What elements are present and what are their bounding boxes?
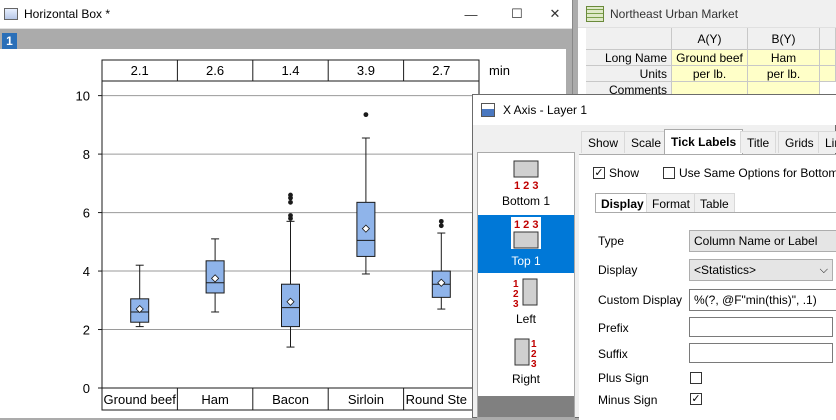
tab-grids[interactable]: Grids xyxy=(778,131,821,153)
type-dropdown[interactable]: Column Name or Label xyxy=(689,230,836,252)
outlier-point xyxy=(288,192,293,198)
right-axis-icon: 1 2 3 xyxy=(514,338,537,370)
tab-line[interactable]: Line xyxy=(818,131,836,153)
maximize-icon[interactable]: ☐ xyxy=(500,0,534,28)
tab-tick-labels[interactable]: Tick Labels xyxy=(664,129,744,154)
outlier-point xyxy=(438,218,444,224)
svg-text:3: 3 xyxy=(531,359,537,369)
cell-c-units[interactable] xyxy=(820,66,836,82)
top-tick-label: 2.6 xyxy=(206,63,224,78)
axis-item-left[interactable]: 1 2 3 Left xyxy=(478,277,574,335)
show-checkbox[interactable]: ✓ xyxy=(593,167,605,179)
worksheet-title: Northeast Urban Market xyxy=(610,6,739,21)
row-header-units[interactable]: Units xyxy=(586,66,672,82)
y-tick-label: 2 xyxy=(83,323,90,338)
axis-item-left-label: Left xyxy=(515,312,536,326)
suffix-label: Suffix xyxy=(598,347,628,361)
top-tick-label: 2.1 xyxy=(131,63,149,78)
x-tick-label: Round Ste xyxy=(406,392,467,407)
y-tick-label: 8 xyxy=(83,147,90,162)
cell-b-long-name[interactable]: Ham xyxy=(748,50,820,66)
axis-item-right[interactable]: 1 2 3 Right xyxy=(478,337,574,395)
svg-text:1 2 3: 1 2 3 xyxy=(514,180,538,191)
column-header-b[interactable]: B(Y) xyxy=(748,28,820,50)
minus-sign-checkbox[interactable]: ✓ xyxy=(690,393,702,405)
display-dropdown[interactable]: <Statistics> ⌵ xyxy=(689,259,833,281)
prefix-label: Prefix xyxy=(598,321,629,335)
svg-text:3: 3 xyxy=(513,299,519,309)
worksheet-title-bar[interactable]: Northeast Urban Market xyxy=(578,0,836,28)
outlier-point xyxy=(288,199,293,205)
column-header-c[interactable] xyxy=(820,28,836,50)
custom-display-input[interactable]: %(?, @F"min(this)", .1) xyxy=(689,289,836,311)
axis-list-footer xyxy=(478,396,574,417)
subtab-divider xyxy=(595,212,836,213)
dialog-title: X Axis - Layer 1 xyxy=(503,103,588,117)
minimize-icon[interactable]: — xyxy=(454,0,488,28)
display-label: Display xyxy=(598,263,638,277)
y-tick-label: 10 xyxy=(76,89,90,104)
close-icon[interactable]: ✕ xyxy=(538,0,572,28)
tab-panel: ✓ Show Use Same Options for Bottom Displ… xyxy=(579,154,836,420)
axis-item-bottom[interactable]: 1 2 3 Bottom 1 xyxy=(478,157,574,215)
dialog-app-icon xyxy=(481,103,495,117)
cell-c-long-name[interactable] xyxy=(820,50,836,66)
top-tick-label: 3.9 xyxy=(357,63,375,78)
tab-scale[interactable]: Scale xyxy=(624,131,669,153)
minus-sign-label: Minus Sign xyxy=(598,393,658,407)
axis-item-right-label: Right xyxy=(511,372,540,386)
left-axis-icon: 1 2 3 xyxy=(513,278,538,310)
display-value: <Statistics> xyxy=(694,263,757,277)
axis-item-bottom-label: Bottom 1 xyxy=(501,194,551,208)
plus-sign-checkbox[interactable] xyxy=(690,372,702,384)
column-header-a[interactable]: A(Y) xyxy=(672,28,748,50)
bottom-axis-icon: 1 2 3 xyxy=(513,160,539,192)
same-options-checkbox[interactable] xyxy=(663,167,675,179)
layer-badge[interactable]: 1 xyxy=(2,33,17,49)
outlier-point xyxy=(438,223,444,229)
top-tick-label: 1.4 xyxy=(281,63,299,78)
show-label: Show xyxy=(609,166,640,180)
top-axis-icon: 1 2 3 xyxy=(510,217,542,249)
subtab-format[interactable]: Format xyxy=(646,193,697,213)
subtab-table[interactable]: Table xyxy=(694,193,735,213)
prefix-input[interactable] xyxy=(689,317,833,337)
x-tick-label: Sirloin xyxy=(348,392,384,407)
outlier-point xyxy=(363,112,369,118)
plus-sign-label: Plus Sign xyxy=(598,371,649,385)
same-options-label: Use Same Options for Bottom xyxy=(679,166,836,180)
suffix-input[interactable] xyxy=(689,343,833,363)
tab-show[interactable]: Show xyxy=(581,131,626,153)
axis-item-top[interactable]: 1 2 3 Top 1 xyxy=(478,215,574,273)
y-tick-label: 4 xyxy=(83,264,90,279)
cell-a-long-name[interactable]: Ground beef xyxy=(672,50,748,66)
graph-window-icon xyxy=(4,8,18,20)
axis-item-top-label: Top 1 xyxy=(511,254,541,268)
worksheet-corner[interactable] xyxy=(586,28,672,50)
subtab-display[interactable]: Display xyxy=(595,193,650,213)
y-tick-label: 0 xyxy=(83,381,90,396)
x-tick-label: Bacon xyxy=(272,392,309,407)
x-tick-label: Ground beef xyxy=(104,392,177,407)
dialog-title-bar[interactable]: X Axis - Layer 1 xyxy=(473,95,836,125)
chevron-down-icon: ⌵ xyxy=(819,264,828,276)
type-label: Type xyxy=(598,234,625,248)
axis-list[interactable]: 1 2 3 Bottom 1 1 2 3 Top 1 1 2 3 Left 1 … xyxy=(477,152,575,418)
graph-title: Horizontal Box * xyxy=(24,7,111,21)
svg-text:1 2 3: 1 2 3 xyxy=(514,219,538,231)
graph-title-bar[interactable]: Horizontal Box * — ☐ ✕ xyxy=(0,0,572,29)
tab-title[interactable]: Title xyxy=(740,131,777,153)
x-tick-label: Ham xyxy=(201,392,228,407)
cell-b-units[interactable]: per lb. xyxy=(748,66,820,82)
row-header-long-name[interactable]: Long Name xyxy=(586,50,672,66)
worksheet-icon xyxy=(586,5,604,22)
top-axis-unit: min xyxy=(489,63,510,78)
dialog-tabs[interactable]: Show Scale Tick Labels Title Grids Line xyxy=(581,129,836,155)
outlier-point xyxy=(288,213,293,218)
cell-a-units[interactable]: per lb. xyxy=(672,66,748,82)
x-axis-dialog[interactable]: X Axis - Layer 1 1 2 3 Bottom 1 1 2 3 To… xyxy=(472,94,836,420)
custom-display-label: Custom Display xyxy=(598,293,683,307)
top-tick-label: 2.7 xyxy=(432,63,450,78)
y-tick-label: 6 xyxy=(83,206,90,221)
